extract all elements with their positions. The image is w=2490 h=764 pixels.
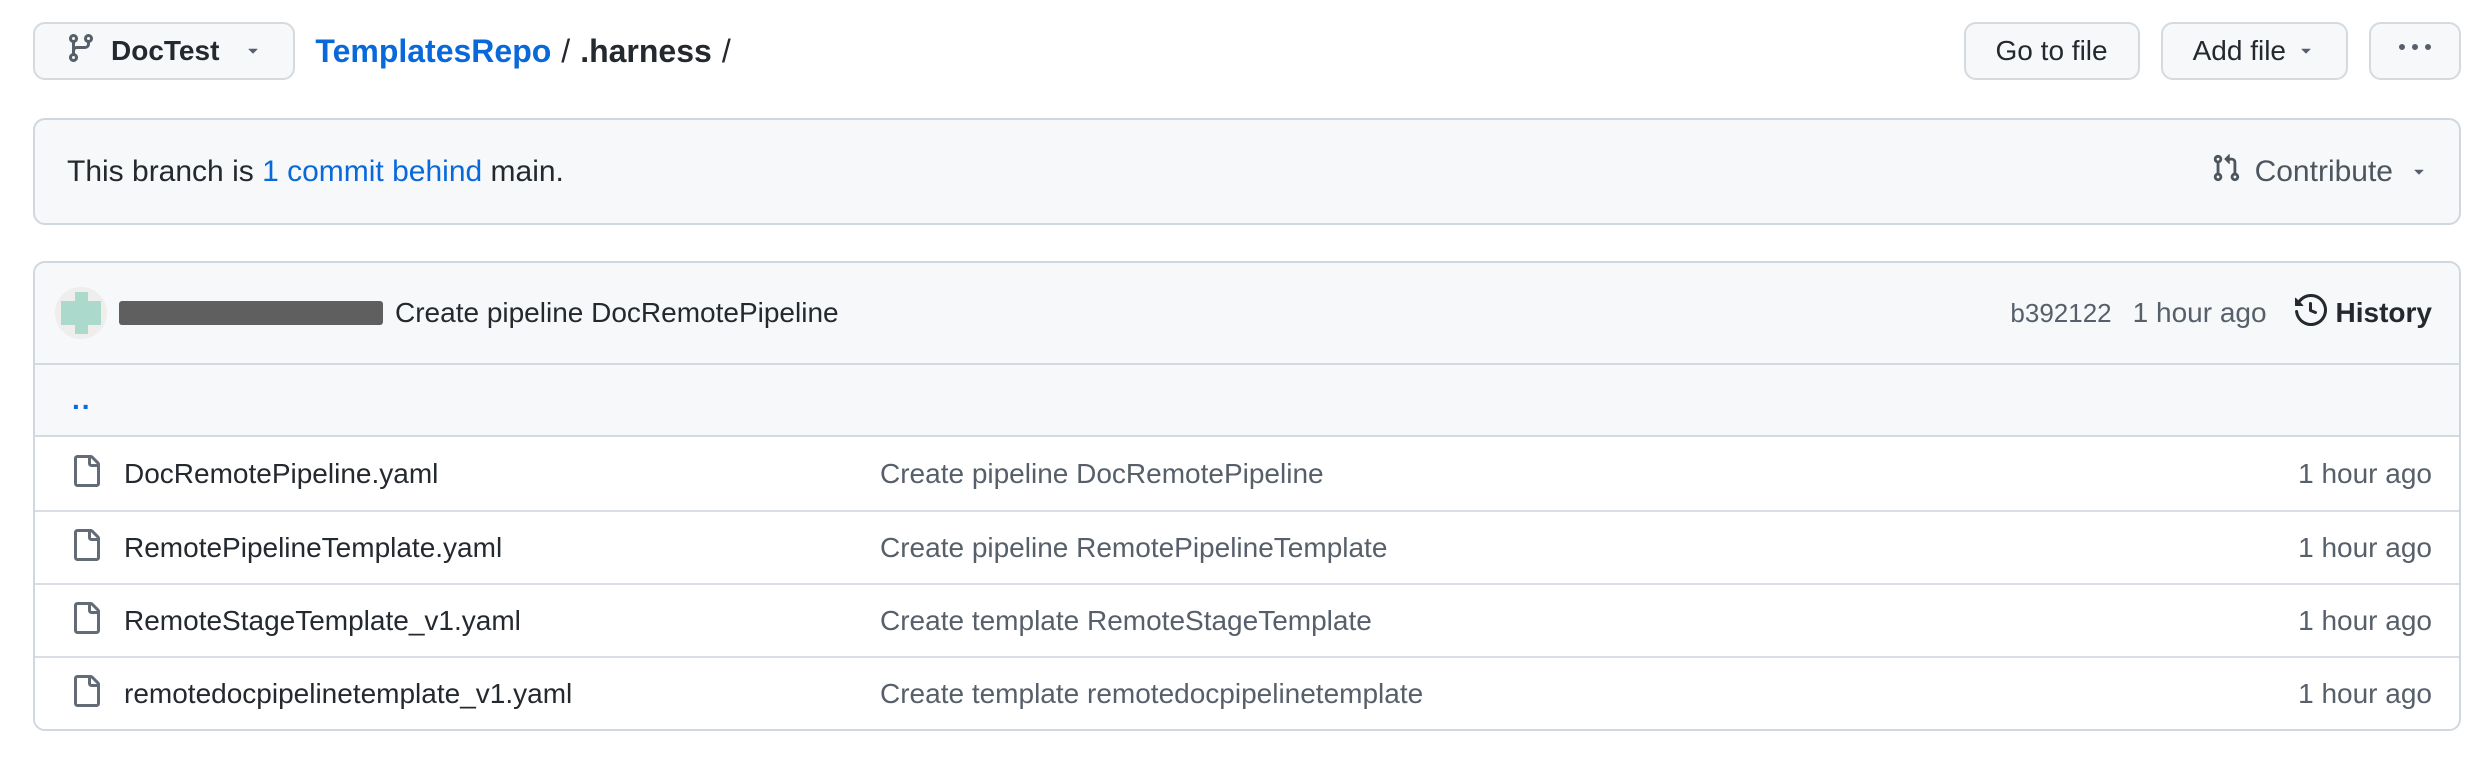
- avatar[interactable]: [55, 287, 107, 339]
- branch-selector-button[interactable]: DocTest: [33, 22, 295, 80]
- parent-directory-row: ..: [35, 365, 2459, 437]
- go-to-file-label: Go to file: [1996, 35, 2108, 67]
- file-name-link[interactable]: RemoteStageTemplate_v1.yaml: [124, 605, 521, 637]
- file-commit-time: 1 hour ago: [2202, 605, 2432, 637]
- breadcrumb-separator: /: [561, 33, 570, 70]
- git-pull-request-icon: [2211, 153, 2241, 191]
- file-commit-time: 1 hour ago: [2202, 678, 2432, 710]
- table-row: remotedocpipelinetemplate_v1.yaml Create…: [35, 656, 2459, 729]
- file-name-cell: RemoteStageTemplate_v1.yaml: [70, 602, 880, 639]
- commit-time: 1 hour ago: [2133, 297, 2267, 329]
- branch-status-suffix: main.: [482, 155, 564, 188]
- file-commit-time: 1 hour ago: [2202, 458, 2432, 490]
- history-icon: [2295, 294, 2327, 333]
- file-commit-message-link[interactable]: Create template RemoteStageTemplate: [880, 605, 2202, 637]
- add-file-button[interactable]: Add file: [2161, 22, 2348, 80]
- file-icon: [70, 455, 102, 492]
- latest-commit-row: Create pipeline DocRemotePipeline b39212…: [35, 263, 2459, 365]
- kebab-horizontal-icon: [2399, 32, 2431, 71]
- repo-header-bar: DocTest TemplatesRepo / .harness / Go to…: [33, 22, 2461, 80]
- file-name-cell: RemotePipelineTemplate.yaml: [70, 529, 880, 566]
- file-name-link[interactable]: remotedocpipelinetemplate_v1.yaml: [124, 678, 572, 710]
- repo-action-buttons: Go to file Add file: [1964, 22, 2461, 80]
- file-commit-message-link[interactable]: Create pipeline DocRemotePipeline: [880, 458, 2202, 490]
- repo-file-browser: DocTest TemplatesRepo / .harness / Go to…: [0, 0, 2490, 731]
- contribute-label: Contribute: [2255, 155, 2393, 189]
- table-row: RemotePipelineTemplate.yaml Create pipel…: [35, 510, 2459, 583]
- file-table: Create pipeline DocRemotePipeline b39212…: [33, 261, 2461, 731]
- file-commit-message-link[interactable]: Create template remotedocpipelinetemplat…: [880, 678, 2202, 710]
- go-to-file-button[interactable]: Go to file: [1964, 22, 2140, 80]
- branch-and-breadcrumb: DocTest TemplatesRepo / .harness /: [33, 22, 741, 80]
- history-link[interactable]: History: [2295, 294, 2432, 333]
- branch-status-prefix: This branch is: [67, 155, 262, 188]
- breadcrumb: TemplatesRepo / .harness /: [315, 33, 740, 70]
- chevron-down-icon: [2296, 35, 2316, 67]
- file-commit-message-link[interactable]: Create pipeline RemotePipelineTemplate: [880, 532, 2202, 564]
- chevron-down-icon: [2409, 155, 2429, 189]
- contribute-button[interactable]: Contribute: [2205, 153, 2435, 191]
- file-name-cell: DocRemotePipeline.yaml: [70, 455, 880, 492]
- file-icon: [70, 602, 102, 639]
- file-icon: [70, 675, 102, 712]
- commits-behind-link[interactable]: 1 commit behind: [262, 155, 482, 188]
- table-row: DocRemotePipeline.yaml Create pipeline D…: [35, 437, 2459, 510]
- file-commit-time: 1 hour ago: [2202, 532, 2432, 564]
- file-icon: [70, 529, 102, 566]
- branch-status-text: This branch is 1 commit behind main.: [67, 155, 564, 189]
- avatar-redaction-shape: [75, 292, 88, 334]
- latest-commit-info: Create pipeline DocRemotePipeline: [55, 287, 839, 339]
- parent-directory-link[interactable]: ..: [72, 384, 92, 416]
- branch-status-banner: This branch is 1 commit behind main. Con…: [33, 118, 2461, 225]
- latest-commit-message-link[interactable]: Create pipeline DocRemotePipeline: [395, 297, 839, 329]
- file-name-link[interactable]: DocRemotePipeline.yaml: [124, 458, 438, 490]
- history-label: History: [2336, 297, 2432, 329]
- file-name-cell: remotedocpipelinetemplate_v1.yaml: [70, 675, 880, 712]
- add-file-label: Add file: [2193, 35, 2286, 67]
- table-row: RemoteStageTemplate_v1.yaml Create templ…: [35, 583, 2459, 656]
- latest-commit-meta: b392122 1 hour ago History: [2010, 294, 2432, 333]
- commit-author-redacted: [119, 301, 383, 325]
- breadcrumb-current-folder: .harness: [580, 33, 712, 70]
- current-branch-label: DocTest: [111, 35, 219, 67]
- chevron-down-icon: [243, 35, 263, 67]
- more-options-button[interactable]: [2369, 22, 2461, 80]
- breadcrumb-trailing-separator: /: [722, 33, 731, 70]
- breadcrumb-repo-link[interactable]: TemplatesRepo: [315, 33, 551, 70]
- commit-sha-link[interactable]: b392122: [2010, 298, 2111, 329]
- git-branch-icon: [65, 32, 97, 71]
- file-name-link[interactable]: RemotePipelineTemplate.yaml: [124, 532, 502, 564]
